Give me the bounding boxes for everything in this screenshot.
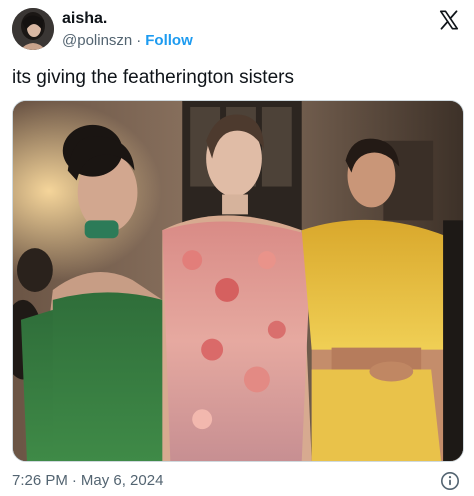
tweet-timestamp[interactable]: 7:26 PM · May 6, 2024	[12, 472, 163, 490]
user-handle[interactable]: @polinszn	[62, 31, 132, 51]
timestamp-separator: ·	[71, 472, 77, 489]
x-logo-icon[interactable]	[438, 9, 460, 31]
tweet-date: May 6, 2024	[80, 472, 164, 489]
handle-separator: ·	[136, 32, 142, 49]
handle-row: @polinszn · Follow	[62, 31, 193, 51]
tweet-card: aisha. @polinszn · Follow its giving the…	[0, 0, 474, 496]
tweet-photo[interactable]	[12, 100, 464, 462]
tweet-time: 7:26 PM	[12, 472, 68, 489]
tweet-text: its giving the featherington sisters	[12, 67, 294, 88]
info-icon[interactable]	[440, 471, 460, 491]
avatar[interactable]	[12, 8, 54, 50]
follow-button[interactable]: Follow	[145, 31, 193, 51]
display-name[interactable]: aisha.	[62, 9, 107, 29]
